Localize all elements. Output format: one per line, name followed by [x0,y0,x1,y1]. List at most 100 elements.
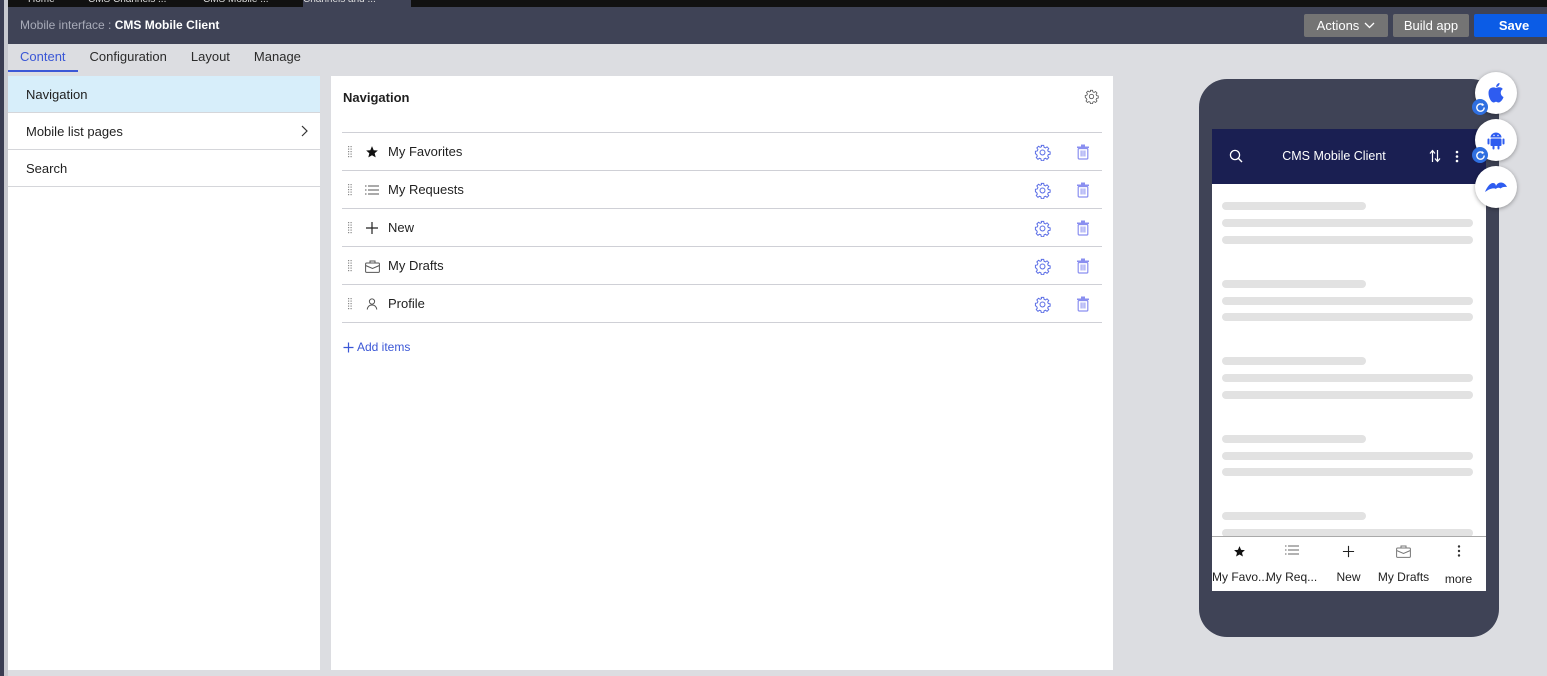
bottom-nav-my-requests[interactable]: My Req... [1264,537,1319,591]
more-vertical-icon [1431,545,1486,557]
nav-row-my-favorites[interactable]: My Favorites [342,133,1102,171]
android-refresh-button[interactable] [1472,147,1488,163]
nav-item-label: New [388,220,415,235]
bottom-nav-label: My Drafts [1377,570,1430,584]
section-search[interactable]: Search [8,150,320,187]
workspace-tab-strip: Home CMS Channels ... CMS Mobile ... Cha… [8,0,1547,7]
tab-content[interactable]: Content [8,44,78,72]
actions-label: Actions [1316,18,1360,33]
trash-icon[interactable] [1076,220,1090,236]
header-bar: Mobile interface : CMS Mobile Client Act… [8,7,1547,44]
nav-row-my-requests[interactable]: My Requests [342,171,1102,209]
trash-icon[interactable] [1076,296,1090,312]
chevron-down-icon [1364,22,1375,29]
phone-preview: CMS Mobile Client My Favo... My Req... N… [1199,79,1499,637]
skeleton-line [1222,374,1473,382]
section-mobile-list-pages[interactable]: Mobile list pages [8,113,320,150]
skeleton-line [1222,280,1366,288]
tab-manage[interactable]: Manage [242,44,313,72]
apple-icon [1488,83,1504,103]
briefcase-icon [364,258,380,274]
refresh-icon [1475,150,1485,160]
nav-item-label: My Requests [388,182,464,197]
plus-icon [343,342,354,352]
web-preview-button[interactable] [1475,166,1517,208]
trash-icon[interactable] [1076,144,1090,160]
workspace-tab[interactable]: CMS Channels ... [88,0,188,7]
page-title: Mobile interface : CMS Mobile Client [20,18,219,32]
tab-configuration[interactable]: Configuration [78,44,179,72]
section-label: Navigation [26,86,88,102]
user-icon [364,296,380,312]
gear-icon[interactable] [1034,144,1051,161]
nav-item-label: My Favorites [388,144,463,159]
app-title: CMS Mobile Client [1282,149,1386,163]
sub-tabs: Content Configuration Layout Manage [8,44,313,72]
skeleton-line [1222,297,1473,305]
skeleton-line [1222,219,1473,227]
bottom-nav-label: My Req... [1265,570,1318,584]
drag-handle-icon[interactable] [347,146,353,158]
skeleton-line [1222,236,1473,244]
skeleton-line [1222,357,1366,365]
skeleton-line [1222,452,1473,460]
trash-icon[interactable] [1076,182,1090,198]
nav-item-label: Profile [388,296,425,311]
bottom-nav-label: My Favo... [1212,570,1269,584]
section-navigation[interactable]: Navigation [8,76,320,113]
refresh-icon [1475,102,1485,112]
workspace-tab-active[interactable]: Channels and ... [303,0,411,7]
workspace-tab[interactable]: CMS Mobile ... [203,0,303,7]
plus-icon [1321,545,1376,558]
section-label: Mobile list pages [26,123,123,139]
skeleton-line [1222,435,1366,443]
more-vertical-icon[interactable] [1455,150,1459,163]
gear-icon[interactable] [1034,220,1051,237]
briefcase-icon [1376,545,1431,558]
phone-screen: CMS Mobile Client My Favo... My Req... N… [1212,129,1486,591]
tab-layout[interactable]: Layout [179,44,242,72]
sort-icon[interactable] [1429,149,1441,163]
gear-icon[interactable] [1084,89,1099,104]
list-icon [364,182,380,198]
ios-refresh-button[interactable] [1472,99,1488,115]
skeleton-line [1222,313,1473,321]
drag-handle-icon[interactable] [347,184,353,196]
skeleton-line [1222,202,1366,210]
plus-icon [364,220,380,236]
android-icon [1487,132,1505,150]
add-items-link[interactable]: Add items [343,340,410,354]
chevron-right-icon [301,125,308,137]
bottom-nav-my-drafts[interactable]: My Drafts [1376,537,1431,591]
list-icon [1264,545,1319,555]
trash-icon[interactable] [1076,258,1090,274]
bottom-nav-label: more [1444,572,1473,586]
bottom-nav-new[interactable]: New [1321,537,1376,591]
content-sections-panel: Navigation Mobile list pages Search [8,76,320,670]
save-button[interactable]: Save [1474,14,1547,37]
add-items-label: Add items [357,340,411,354]
nav-row-my-drafts[interactable]: My Drafts [342,247,1102,285]
bottom-nav-label: New [1336,570,1361,584]
star-icon [1212,545,1267,558]
window-edge [0,0,8,676]
title-name: CMS Mobile Client [114,18,220,32]
nav-row-new[interactable]: New [342,209,1102,247]
bottom-nav-my-favorites[interactable]: My Favo... [1212,537,1269,591]
nav-row-profile[interactable]: Profile [342,285,1102,323]
drag-handle-icon[interactable] [347,298,353,310]
build-app-button[interactable]: Build app [1393,14,1469,37]
gear-icon[interactable] [1034,296,1051,313]
bottom-nav-more[interactable]: more [1431,537,1486,591]
bird-icon [1485,182,1507,192]
drag-handle-icon[interactable] [347,222,353,234]
navigation-editor-panel: Navigation My Favorites My Requests New [331,76,1113,670]
actions-button[interactable]: Actions [1304,14,1388,37]
gear-icon[interactable] [1034,258,1051,275]
skeleton-line [1222,468,1473,476]
workspace-tab[interactable]: Home [28,0,88,7]
gear-icon[interactable] [1034,182,1051,199]
drag-handle-icon[interactable] [347,260,353,272]
navigation-items-list: My Favorites My Requests New My Drafts P… [342,132,1102,323]
skeleton-line [1222,391,1473,399]
